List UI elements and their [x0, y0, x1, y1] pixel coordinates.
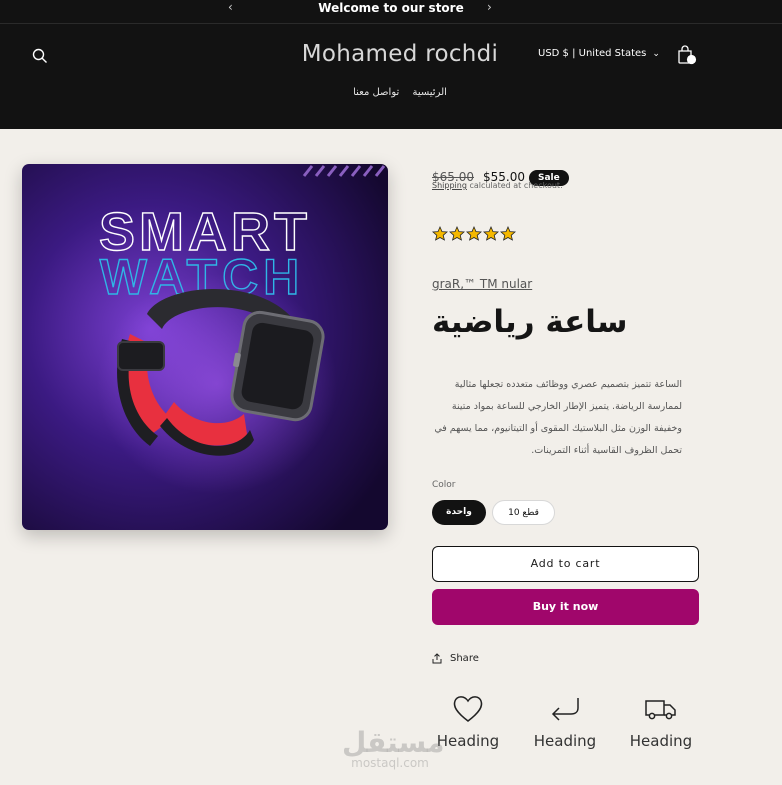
product-title: ساعة رياضية	[432, 304, 628, 340]
shipping-text: calculated at checkout.	[469, 181, 563, 190]
watermark-arabic: مستقل	[342, 726, 445, 759]
product-description: الساعة تتميز بتصميم عصري ووظائف متعدده ت…	[434, 379, 682, 456]
currency-label: USD $ | United States	[538, 48, 647, 59]
shipping-link[interactable]: Shipping	[432, 181, 467, 190]
smartwatch-image: SMART WATCH	[22, 164, 388, 530]
star-icon	[466, 226, 482, 241]
chevron-down-icon: ⌄	[652, 49, 660, 59]
vendor-link[interactable]: graR,™ TM nular	[432, 277, 532, 291]
color-label: Color	[432, 480, 456, 490]
feature-item: Heading	[525, 694, 605, 750]
share-button[interactable]: Share	[432, 653, 479, 664]
shopping-bag-icon[interactable]	[676, 43, 698, 67]
main-nav: تواصل معنا الرئيسية	[0, 87, 720, 98]
nav-item-contact[interactable]: تواصل معنا	[353, 87, 399, 98]
chevron-right-icon[interactable]: ›	[487, 0, 492, 14]
announcement-bar: ‹ Welcome to our store ›	[0, 0, 782, 24]
shipping-note: Shipping calculated at checkout.	[432, 181, 563, 190]
buy-now-button[interactable]: Buy it now	[432, 589, 699, 625]
share-label: Share	[450, 653, 479, 664]
star-icon	[483, 226, 499, 241]
product-image[interactable]: SMART WATCH	[22, 164, 388, 530]
feature-heading: Heading	[629, 732, 693, 750]
variant-option-10-pieces[interactable]: قطع 10	[492, 500, 555, 525]
watermark-latin: mostaql.com	[351, 756, 429, 770]
nav-item-home[interactable]: الرئيسية	[412, 87, 446, 98]
currency-selector[interactable]: USD $ | United States ⌄	[538, 48, 660, 59]
feature-item: Heading	[621, 694, 701, 750]
share-icon	[432, 653, 442, 664]
delivery-truck-icon	[645, 700, 676, 720]
star-rating	[432, 226, 516, 241]
star-icon	[500, 226, 516, 241]
return-arrow-icon	[551, 698, 579, 721]
variant-option-single[interactable]: واحدة	[432, 500, 486, 525]
star-icon	[432, 226, 448, 241]
watermark: مستقل mostaql.com	[342, 726, 445, 771]
heart-icon	[453, 696, 483, 722]
star-icon	[449, 226, 465, 241]
announcement-text: Welcome to our store	[318, 1, 464, 15]
add-to-cart-button[interactable]: Add to cart	[432, 546, 699, 582]
site-header: Mohamed rochdi تواصل معنا الرئيسية USD $…	[0, 24, 782, 129]
feature-heading: Heading	[533, 732, 597, 750]
